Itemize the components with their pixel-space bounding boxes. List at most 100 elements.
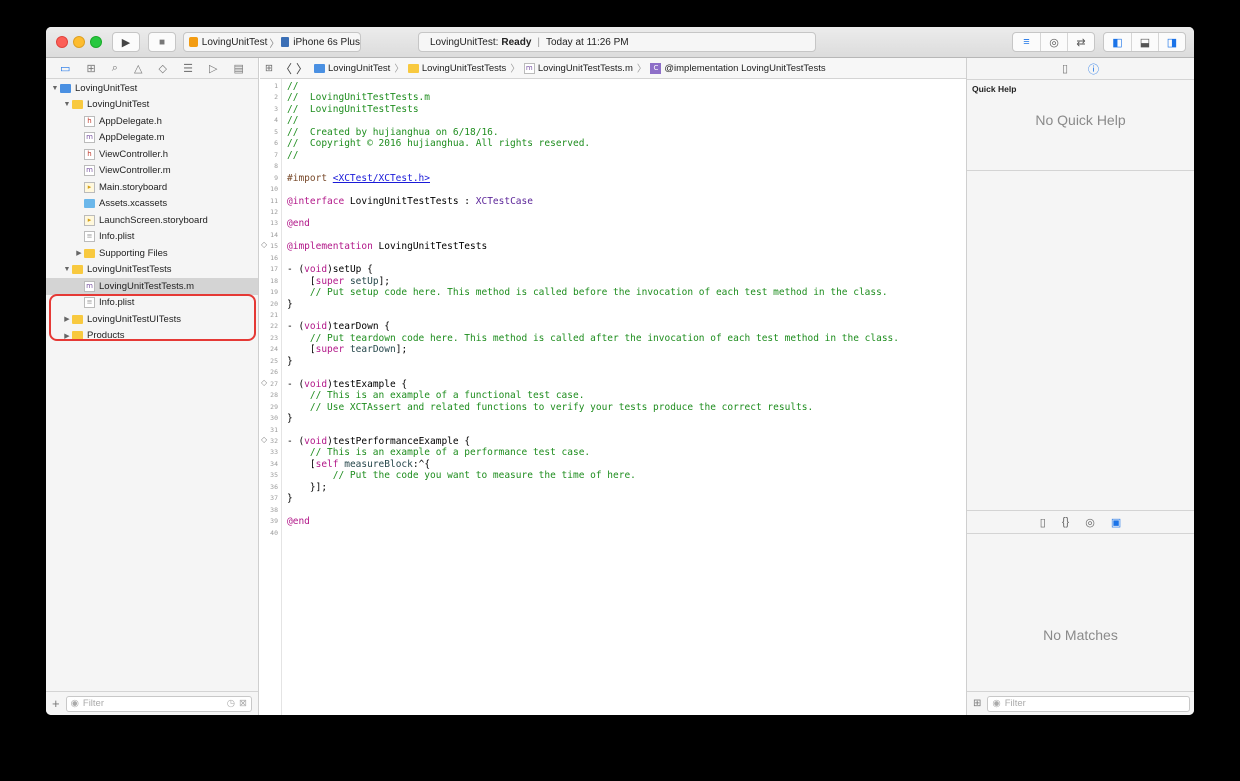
grid-view-icon[interactable]: ⊞ bbox=[973, 698, 981, 709]
library-tabs: ▯ {} ◎ ▣ bbox=[967, 510, 1194, 534]
test-icon[interactable]: ◇ bbox=[159, 62, 167, 75]
code-token: LovingUnitTestTests : bbox=[344, 195, 476, 207]
status-state: Ready bbox=[501, 36, 532, 48]
code-token: super bbox=[315, 275, 345, 287]
implementation-file-icon: m bbox=[84, 165, 95, 177]
navigator-toggle-icon[interactable]: ◧ bbox=[1104, 33, 1131, 51]
code-line: - (void)setUp { bbox=[287, 264, 373, 275]
breadcrumb-chevron-icon: 〉 bbox=[394, 64, 404, 75]
run-test-diamond-icon[interactable]: ◇ bbox=[261, 435, 267, 444]
breadcrumb-item[interactable]: LovingUnitTestTests 〉 bbox=[407, 61, 520, 75]
code-token: // Put setup code here. This method is c… bbox=[287, 287, 888, 299]
library-no-matches: No Matches bbox=[1043, 627, 1118, 643]
line-number: 33 bbox=[270, 448, 278, 457]
code-token: // This is an example of a performance t… bbox=[287, 447, 591, 459]
file-tree-row[interactable]: ▼ LovingUnitTest bbox=[46, 80, 258, 97]
file-template-icon[interactable]: ▯ bbox=[1040, 516, 1046, 529]
disclosure-triangle-icon[interactable]: ▼ bbox=[62, 101, 72, 108]
code-snippet-icon[interactable]: {} bbox=[1062, 516, 1069, 528]
file-tree-row[interactable]: ▼ LovingUnitTestTests bbox=[46, 262, 258, 279]
search-icon[interactable]: ⌕ bbox=[112, 62, 118, 75]
disclosure-triangle-icon[interactable]: ▼ bbox=[50, 85, 60, 92]
code-line: - (void)testPerformanceExample { bbox=[287, 436, 470, 447]
code-token: LovingUnitTestTests bbox=[372, 241, 488, 253]
quick-help-icon[interactable]: ⓘ bbox=[1088, 61, 1099, 77]
file-inspector-icon[interactable]: ▯ bbox=[1062, 62, 1068, 75]
code-token: self bbox=[315, 458, 339, 470]
symbol-icon[interactable]: ⊞ bbox=[87, 62, 96, 75]
file-tree-label: LovingUnitTest bbox=[75, 82, 138, 94]
zoom-window-button[interactable] bbox=[90, 36, 102, 48]
line-number: 31 bbox=[270, 425, 278, 434]
navigator-filter-field[interactable]: ◉ Filter ◷ ⊠ bbox=[65, 695, 252, 712]
code-line: // This is an example of a performance t… bbox=[287, 447, 590, 458]
library-filter-field[interactable]: ◉ Filter bbox=[987, 695, 1190, 712]
folder-icon[interactable]: ▭ bbox=[60, 62, 70, 75]
breadcrumb-item[interactable]: C @implementation LovingUnitTestTests bbox=[650, 62, 826, 74]
version-editor-icon[interactable]: ⇄ bbox=[1067, 33, 1094, 51]
minimize-window-button[interactable] bbox=[73, 36, 85, 48]
code-token: ]; bbox=[378, 275, 391, 287]
header-file-icon: h bbox=[84, 115, 95, 127]
breadcrumb-item[interactable]: m LovingUnitTestTests.m 〉 bbox=[523, 61, 647, 75]
recent-files-icon[interactable]: ◷ bbox=[227, 698, 235, 709]
code-line: }]; bbox=[287, 482, 327, 493]
scheme-selector[interactable]: LovingUnitTest 〉 iPhone 6s Plus bbox=[183, 32, 361, 52]
scheme-separator: 〉 bbox=[269, 38, 280, 50]
close-window-button[interactable] bbox=[56, 36, 68, 48]
issue-icon[interactable]: △ bbox=[134, 62, 142, 75]
scheme-app-icon bbox=[189, 37, 198, 47]
file-tree-row[interactable]: m ViewController.m bbox=[46, 163, 258, 180]
file-tree-row[interactable]: m AppDelegate.m bbox=[46, 130, 258, 147]
file-tree-row[interactable]: ▸ LaunchScreen.storyboard bbox=[46, 212, 258, 229]
object-library-icon[interactable]: ◎ bbox=[1085, 516, 1095, 529]
disclosure-triangle-icon[interactable]: ▼ bbox=[62, 266, 72, 273]
file-tree-row[interactable]: ≡ Info.plist bbox=[46, 229, 258, 246]
project-file-icon bbox=[314, 63, 325, 73]
file-tree-label: Info.plist bbox=[99, 231, 135, 243]
stop-button[interactable]: ■ bbox=[148, 32, 176, 52]
file-tree-row[interactable]: m LovingUnitTestTests.m bbox=[46, 278, 258, 295]
project-navigator: ▭ ⊞ ⌕ △ ◇ ☰ ▷ ▤ ▼ LovingUnitTest ▼ LovingUn… bbox=[46, 58, 259, 715]
breadcrumb-item[interactable]: LovingUnitTest 〉 bbox=[314, 61, 404, 75]
utilities-split bbox=[967, 170, 1194, 171]
breadcrumb-chevron-icon: 〉 bbox=[636, 64, 647, 75]
scm-filter-icon[interactable]: ⊠ bbox=[239, 698, 247, 709]
folder-icon bbox=[72, 265, 83, 275]
run-test-diamond-icon[interactable]: ◇ bbox=[261, 378, 267, 387]
code-line: // bbox=[287, 115, 298, 126]
file-tree-row[interactable]: ▼ LovingUnitTest bbox=[46, 97, 258, 114]
line-number: 14 bbox=[270, 230, 278, 239]
related-items-icon[interactable]: ⊞ bbox=[260, 63, 278, 74]
run-test-diamond-icon[interactable]: ◇ bbox=[261, 240, 267, 249]
line-number: 38 bbox=[270, 505, 278, 514]
file-tree-row[interactable]: ▶ Supporting Files bbox=[46, 245, 258, 262]
debug-toggle-icon[interactable]: ⬓ bbox=[1131, 33, 1158, 51]
file-tree-row[interactable]: h ViewController.h bbox=[46, 146, 258, 163]
code-line: [super tearDown]; bbox=[287, 344, 407, 355]
forward-button[interactable]: 〉 bbox=[294, 60, 310, 77]
line-number: 35 bbox=[270, 471, 278, 480]
line-number: 22 bbox=[270, 322, 278, 331]
report-icon[interactable]: ▤ bbox=[234, 62, 244, 75]
media-library-icon[interactable]: ▣ bbox=[1111, 516, 1121, 529]
library-filter-placeholder: Filter bbox=[1004, 698, 1026, 709]
assistant-editor-icon[interactable]: ◎ bbox=[1040, 33, 1067, 51]
storyboard-file-icon: ▸ bbox=[84, 181, 95, 193]
breakpoint-icon[interactable]: ▷ bbox=[209, 62, 217, 75]
run-button[interactable]: ▶ bbox=[112, 32, 140, 52]
breadcrumb-label: LovingUnitTest bbox=[328, 62, 391, 74]
add-icon[interactable]: + bbox=[52, 696, 60, 711]
disclosure-triangle-icon[interactable]: ▶ bbox=[74, 249, 84, 257]
file-tree-row[interactable]: ▸ Main.storyboard bbox=[46, 179, 258, 196]
file-tree-row[interactable]: Assets.xcassets bbox=[46, 196, 258, 213]
file-tree-label: Supporting Files bbox=[99, 247, 168, 259]
file-tree-row[interactable]: h AppDelegate.h bbox=[46, 113, 258, 130]
source-editor[interactable]: //// LovingUnitTestTests.m// LovingUnitT… bbox=[282, 79, 966, 715]
inspector-tabs: ▯ ⓘ bbox=[967, 58, 1194, 80]
debug-icon[interactable]: ☰ bbox=[183, 62, 193, 75]
code-line: @end bbox=[287, 516, 310, 527]
utilities-toggle-icon[interactable]: ◨ bbox=[1158, 33, 1185, 51]
back-button[interactable]: 〈 bbox=[278, 60, 294, 77]
standard-editor-icon[interactable]: ≡ bbox=[1013, 33, 1040, 51]
